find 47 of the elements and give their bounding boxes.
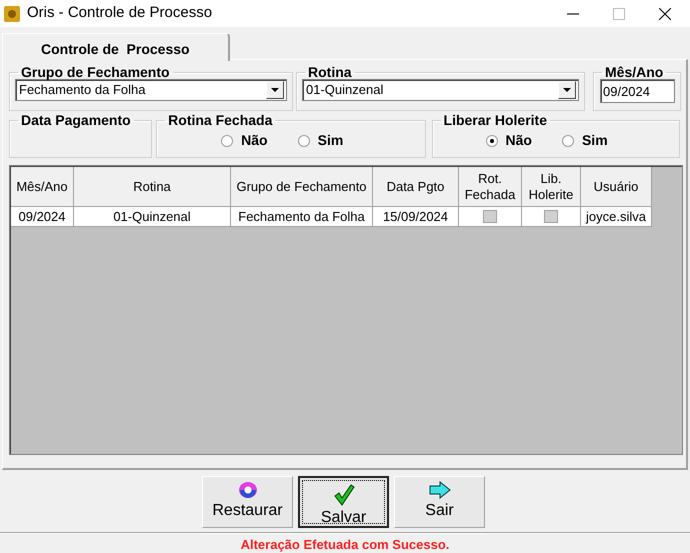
column-header[interactable]: Usuário xyxy=(581,167,652,207)
group-label: Rotina Fechada xyxy=(167,113,274,127)
checkbox[interactable] xyxy=(544,210,558,223)
checkmark-icon xyxy=(332,484,354,506)
column-header[interactable]: Data Pgto xyxy=(373,167,459,207)
dropdown-field[interactable]: 01-Quinzenal xyxy=(302,79,579,101)
group-label: Grupo de Fechamento xyxy=(20,65,171,79)
dropdown-caret-icon[interactable] xyxy=(558,81,576,99)
button[interactable]: Salvar xyxy=(298,476,389,528)
group-label: Mês/Ano xyxy=(604,65,664,79)
radio-button[interactable] xyxy=(221,134,234,146)
column-header[interactable]: Rotina xyxy=(74,167,231,207)
dropdown-field[interactable]: Fechamento da Folha xyxy=(15,79,287,101)
dropdown-caret-icon[interactable] xyxy=(266,81,284,99)
refresh-icon xyxy=(238,481,258,499)
group-label: Rotina xyxy=(307,65,353,79)
radio-button[interactable] xyxy=(562,134,574,146)
status-message: Alteração Efetuada com Sucesso. xyxy=(240,536,450,553)
maximize-icon xyxy=(613,8,625,20)
table-cell: 15/09/2024 xyxy=(373,207,459,227)
dropdown-value: Fechamento da Folha xyxy=(18,81,146,100)
button[interactable]: Sair xyxy=(394,476,485,528)
column-header[interactable]: Grupo de Fechamento xyxy=(231,167,373,207)
radio-label: Sim xyxy=(318,131,344,150)
radio-label: Sim xyxy=(582,131,608,150)
radio-label: Não xyxy=(241,131,268,150)
tab[interactable]: Controle de Processo xyxy=(2,33,230,61)
group-label: Data Pagamento xyxy=(20,113,132,127)
radio-button[interactable] xyxy=(486,134,498,146)
arrow-right-icon xyxy=(428,481,450,499)
dropdown-value: 01-Quinzenal xyxy=(305,81,384,100)
table-cell: 09/2024 xyxy=(11,207,74,227)
table-cell: joyce.silva xyxy=(581,207,652,227)
app-icon xyxy=(4,6,20,22)
table-cell: Fechamento da Folha xyxy=(231,207,373,227)
column-header[interactable]: Rot. Fechada xyxy=(459,167,522,207)
month-year-field[interactable]: 09/2024 xyxy=(600,79,675,103)
button[interactable]: Restaurar xyxy=(202,476,293,528)
group-label: Liberar Holerite xyxy=(442,113,548,127)
radio-label: Não xyxy=(506,131,532,150)
close-icon xyxy=(659,8,671,20)
window-title: Oris - Controle de Processo xyxy=(27,3,212,24)
radio-button[interactable] xyxy=(298,134,310,146)
column-header[interactable]: Lib. Holerite xyxy=(522,167,581,207)
checkbox[interactable] xyxy=(483,210,497,223)
column-header[interactable]: Mês/Ano xyxy=(11,167,74,207)
table-cell: 01-Quinzenal xyxy=(74,207,231,227)
